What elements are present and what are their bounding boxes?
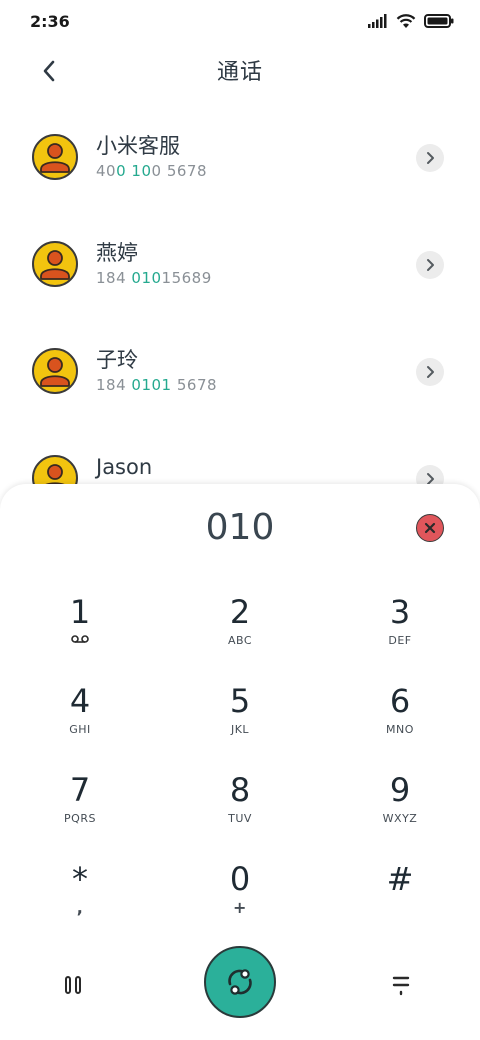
key-letters: ABC xyxy=(227,634,253,647)
back-button[interactable] xyxy=(32,54,66,88)
status-time: 2:36 xyxy=(30,11,70,31)
dialer-panel: 010 1 2 ABC 3 DEF 4 GHI 5 JKL 6 MNO 7 PQRS 8 TUV 9 WXYZ *… xyxy=(0,484,480,1040)
call-button[interactable] xyxy=(204,946,276,1018)
person-icon xyxy=(32,348,78,394)
number-part: 5678 xyxy=(171,376,218,394)
signal-icon xyxy=(368,14,387,28)
key-7[interactable]: 7 PQRS xyxy=(0,770,160,859)
contact-text: Jason xyxy=(96,453,152,481)
contact-name: 小米客服 xyxy=(96,134,180,158)
key-9[interactable]: 9 WXYZ xyxy=(320,770,480,859)
number-part: 184 xyxy=(96,376,132,394)
contact-name: 子玲 xyxy=(96,348,138,372)
key-digit: 6 xyxy=(389,682,411,720)
key-0[interactable]: 0 + xyxy=(160,859,320,948)
key-letters: TUV xyxy=(228,812,252,825)
menu-icon xyxy=(392,976,410,996)
keypad: 1 2 ABC 3 DEF 4 GHI 5 JKL 6 MNO 7 PQRS 8 TUV 9 WXYZ *, 0 + # xyxy=(0,592,480,948)
contact-name: Jason xyxy=(96,455,153,479)
contact-name: 燕婷 xyxy=(96,241,138,265)
key-letters: + xyxy=(233,898,247,917)
key-3[interactable]: 3 DEF xyxy=(320,592,480,681)
key-digit: 4 xyxy=(69,682,91,720)
key-digit: 7 xyxy=(69,771,91,809)
header: 通话 xyxy=(0,42,480,98)
contact-number: 184 01015689 xyxy=(96,267,212,289)
contact-number: 184 0101 5678 xyxy=(96,374,217,396)
key-letters: DEF xyxy=(388,634,412,647)
status-bar: 2:36 xyxy=(0,0,480,42)
key-8[interactable]: 8 TUV xyxy=(160,770,320,859)
chevron-right-icon xyxy=(427,259,434,271)
key-digit: 1 xyxy=(69,593,91,631)
status-icons xyxy=(368,13,454,29)
contact-detail-button[interactable] xyxy=(416,358,444,386)
number-match: 10 xyxy=(131,162,152,180)
number-part: 184 xyxy=(96,269,132,287)
key-letters: , xyxy=(76,898,84,917)
pause-icon xyxy=(65,976,81,994)
call-icon xyxy=(228,969,252,995)
menu-button[interactable] xyxy=(386,970,416,1000)
key-digit: 5 xyxy=(229,682,251,720)
contact-text: 小米客服 400 100 5678 xyxy=(96,132,207,182)
contact-item[interactable]: 小米客服 400 100 5678 xyxy=(0,104,480,211)
contact-list: 小米客服 400 100 5678 燕婷 184 01015689 子玲 184 0101… xyxy=(0,104,480,532)
key-star[interactable]: *, xyxy=(0,859,160,948)
dial-input-display[interactable]: 010 xyxy=(0,504,480,552)
dialer-bottom-bar xyxy=(0,946,480,1022)
page-title: 通话 xyxy=(216,60,263,85)
contact-item[interactable]: 燕婷 184 01015689 xyxy=(0,211,480,318)
number-match: 0101 xyxy=(131,376,172,394)
key-digit: # xyxy=(386,860,414,898)
key-2[interactable]: 2 ABC xyxy=(160,592,320,681)
key-hash[interactable]: # xyxy=(320,859,480,948)
key-digit: 0 xyxy=(229,860,251,898)
contact-number: 400 100 5678 xyxy=(96,160,207,182)
contact-text: 燕婷 184 01015689 xyxy=(96,239,212,289)
contact-text: 子玲 184 0101 5678 xyxy=(96,346,217,396)
key-letters: GHI xyxy=(69,723,91,736)
number-part: 15689 xyxy=(161,269,212,287)
close-icon xyxy=(424,522,436,534)
battery-icon xyxy=(424,14,454,28)
key-6[interactable]: 6 MNO xyxy=(320,681,480,770)
contact-item[interactable]: 子玲 184 0101 5678 xyxy=(0,318,480,425)
contact-detail-button[interactable] xyxy=(416,251,444,279)
key-letters: JKL xyxy=(230,723,250,736)
wifi-icon xyxy=(396,13,416,28)
person-icon xyxy=(32,241,78,287)
key-letters: MNO xyxy=(386,723,414,736)
chevron-right-icon xyxy=(427,366,434,378)
number-match: 010 xyxy=(131,269,162,287)
number-part: 0 5678 xyxy=(151,162,208,180)
contact-detail-button[interactable] xyxy=(416,144,444,172)
key-digit: * xyxy=(72,860,88,898)
person-icon xyxy=(32,134,78,180)
pause-button[interactable] xyxy=(58,970,88,1000)
key-digit: 3 xyxy=(389,593,411,631)
voicemail-icon xyxy=(71,634,89,648)
number-match: 0 xyxy=(116,162,127,180)
key-4[interactable]: 4 GHI xyxy=(0,681,160,770)
key-digit: 8 xyxy=(229,771,251,809)
clear-button[interactable] xyxy=(416,514,444,542)
chevron-right-icon xyxy=(427,152,434,164)
key-letters: PQRS xyxy=(64,812,96,825)
chevron-left-icon xyxy=(43,60,55,82)
key-5[interactable]: 5 JKL xyxy=(160,681,320,770)
key-letters: WXYZ xyxy=(382,812,418,825)
key-digit: 2 xyxy=(229,593,251,631)
key-1[interactable]: 1 xyxy=(0,592,160,681)
key-digit: 9 xyxy=(389,771,411,809)
number-part: 40 xyxy=(96,162,117,180)
